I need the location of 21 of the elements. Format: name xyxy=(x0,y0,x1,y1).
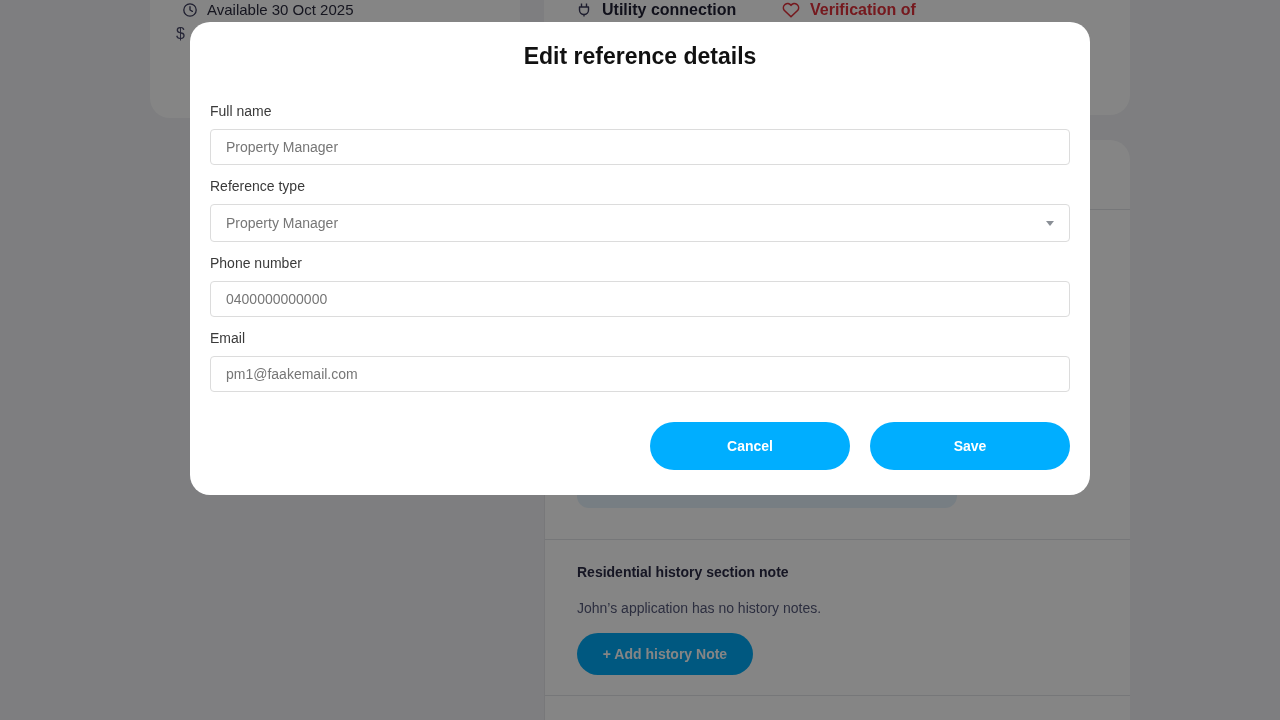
cancel-button[interactable]: Cancel xyxy=(650,422,850,470)
verification-label: Verification of xyxy=(810,1,916,19)
field-label: Email xyxy=(210,329,246,348)
dollar-symbol: $ xyxy=(176,25,185,43)
select-field[interactable]: Property Manager xyxy=(210,204,1070,242)
section-title: Residential history section note xyxy=(577,563,789,582)
input-field[interactable]: 0400000000000 xyxy=(210,281,1070,317)
field-label: Full name xyxy=(210,102,273,121)
field-label: Phone number xyxy=(210,254,303,273)
utility-label: Utility connection xyxy=(602,1,737,19)
clock-icon xyxy=(183,3,197,17)
plug-icon xyxy=(578,3,590,17)
save-button[interactable]: Save xyxy=(870,422,1070,470)
empty-notes-text: John’s application has no history notes. xyxy=(577,599,822,618)
dialog-title: Edit reference details xyxy=(522,42,758,71)
field-label: Reference type xyxy=(210,177,306,196)
caret-icon xyxy=(1046,220,1054,226)
availability-date: Available 30 Oct 2025 xyxy=(207,1,354,19)
input-field[interactable]: Property Manager xyxy=(210,129,1070,165)
heart-icon xyxy=(782,2,800,18)
input-field[interactable]: pm1@faakemail.com xyxy=(210,356,1070,392)
